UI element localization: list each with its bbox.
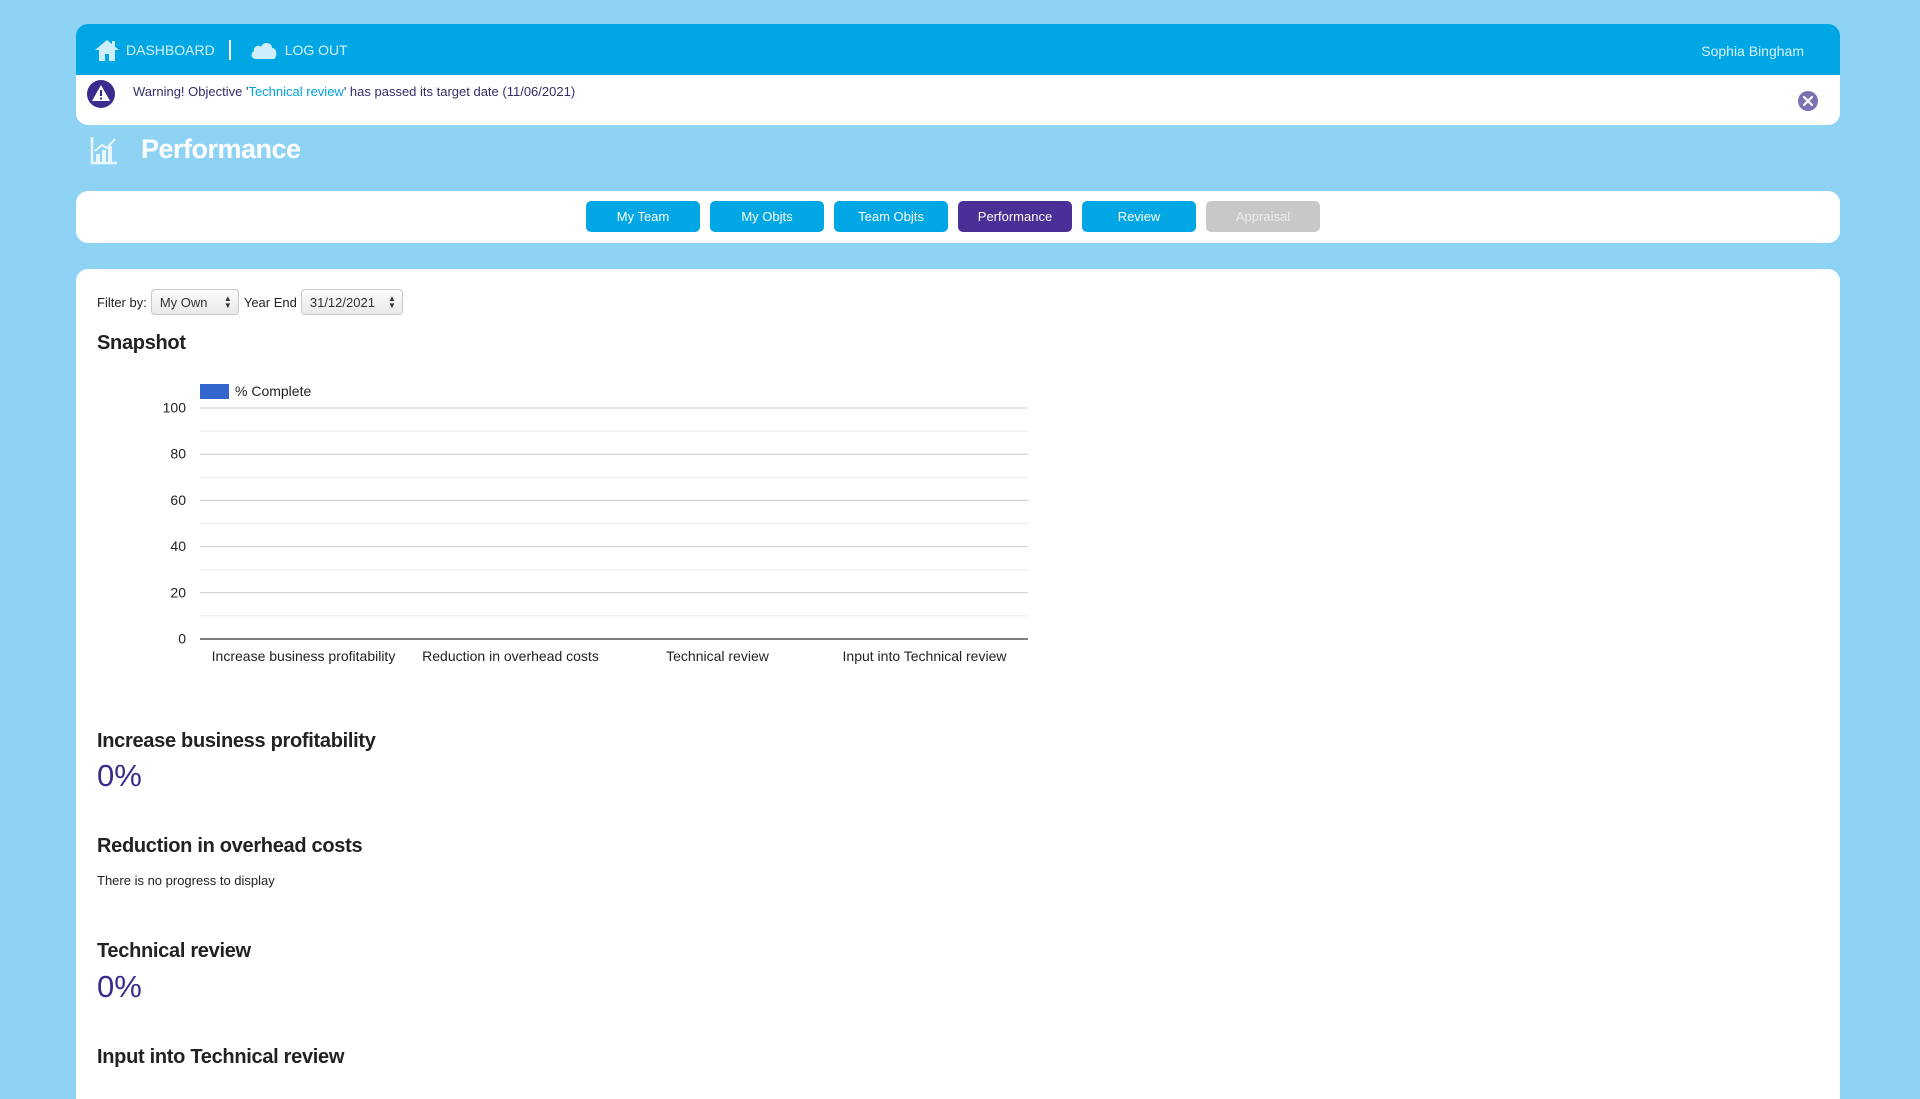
tab-my-team[interactable]: My Team	[586, 201, 700, 232]
snapshot-chart: 0 20 40 60 80 100 Increase business profitabil…	[163, 383, 1028, 664]
y-tick-label: 100	[163, 400, 187, 416]
tab-review[interactable]: Review	[1082, 201, 1196, 232]
objective-title: Input into Technical review	[97, 1046, 345, 1068]
tab-my-objts[interactable]: My Objts	[710, 201, 824, 232]
y-tick-label: 60	[170, 492, 186, 508]
alert-prefix: Warning! Objective '	[133, 84, 249, 99]
legend-swatch	[200, 384, 229, 399]
y-tick-label: 0	[178, 631, 186, 647]
home-icon	[95, 39, 119, 61]
y-tick-label: 40	[170, 538, 186, 554]
chart-icon	[90, 136, 117, 164]
logout-label: LOG OUT	[284, 41, 348, 58]
main-panel: Filter by: My Own ▲ ▼ Year End 31/12/2021…	[76, 269, 1840, 1099]
objective-progress: 0%	[97, 969, 142, 1004]
logout-link[interactable]: LOG OUT	[249, 40, 348, 60]
tab-appraisal: Appraisal	[1206, 201, 1320, 232]
tab-bar: My Team My Objts Team Objts Performance …	[586, 201, 1330, 232]
tab-team-objts[interactable]: Team Objts	[834, 201, 948, 232]
x-tick-label: Reduction in overhead costs	[422, 648, 599, 664]
warning-icon	[87, 80, 115, 108]
alert-suffix: ' has passed its target date (11/06/2021…	[343, 84, 576, 99]
no-progress-message: There is no progress to display	[97, 873, 275, 888]
x-tick-label: Increase business profitability	[212, 648, 396, 664]
page-header: Performance	[90, 134, 301, 165]
close-icon[interactable]	[1797, 90, 1819, 112]
alert-message: Warning! Objective 'Technical review' ha…	[133, 84, 575, 99]
tabs-panel: My Team My Objts Team Objts Performance …	[76, 191, 1840, 243]
dashboard-label: DASHBOARD	[126, 41, 215, 58]
y-tick-label: 20	[170, 584, 186, 600]
objective-title: Increase business profitability	[97, 730, 376, 752]
cloud-icon	[251, 42, 277, 59]
x-tick-label: Technical review	[666, 648, 770, 664]
objective-progress: 0%	[97, 758, 142, 793]
user-name[interactable]: Sophia Bingham	[1701, 43, 1804, 59]
legend-label: % Complete	[235, 383, 311, 399]
warning-alert: Warning! Objective 'Technical review' ha…	[76, 75, 1840, 125]
objective-title: Technical review	[97, 940, 251, 962]
dashboard-link[interactable]: DASHBOARD	[94, 38, 215, 62]
nav-separator	[228, 39, 231, 60]
alert-objective-link[interactable]: Technical review	[248, 84, 343, 99]
objective-title: Reduction in overhead costs	[97, 835, 363, 857]
top-nav-bar: DASHBOARD LOG OUT Sophia Bingham	[76, 24, 1840, 75]
page-title: Performance	[141, 134, 301, 164]
tab-performance[interactable]: Performance	[958, 201, 1072, 232]
y-tick-label: 80	[170, 446, 186, 462]
x-tick-label: Input into Technical review	[843, 648, 1008, 664]
